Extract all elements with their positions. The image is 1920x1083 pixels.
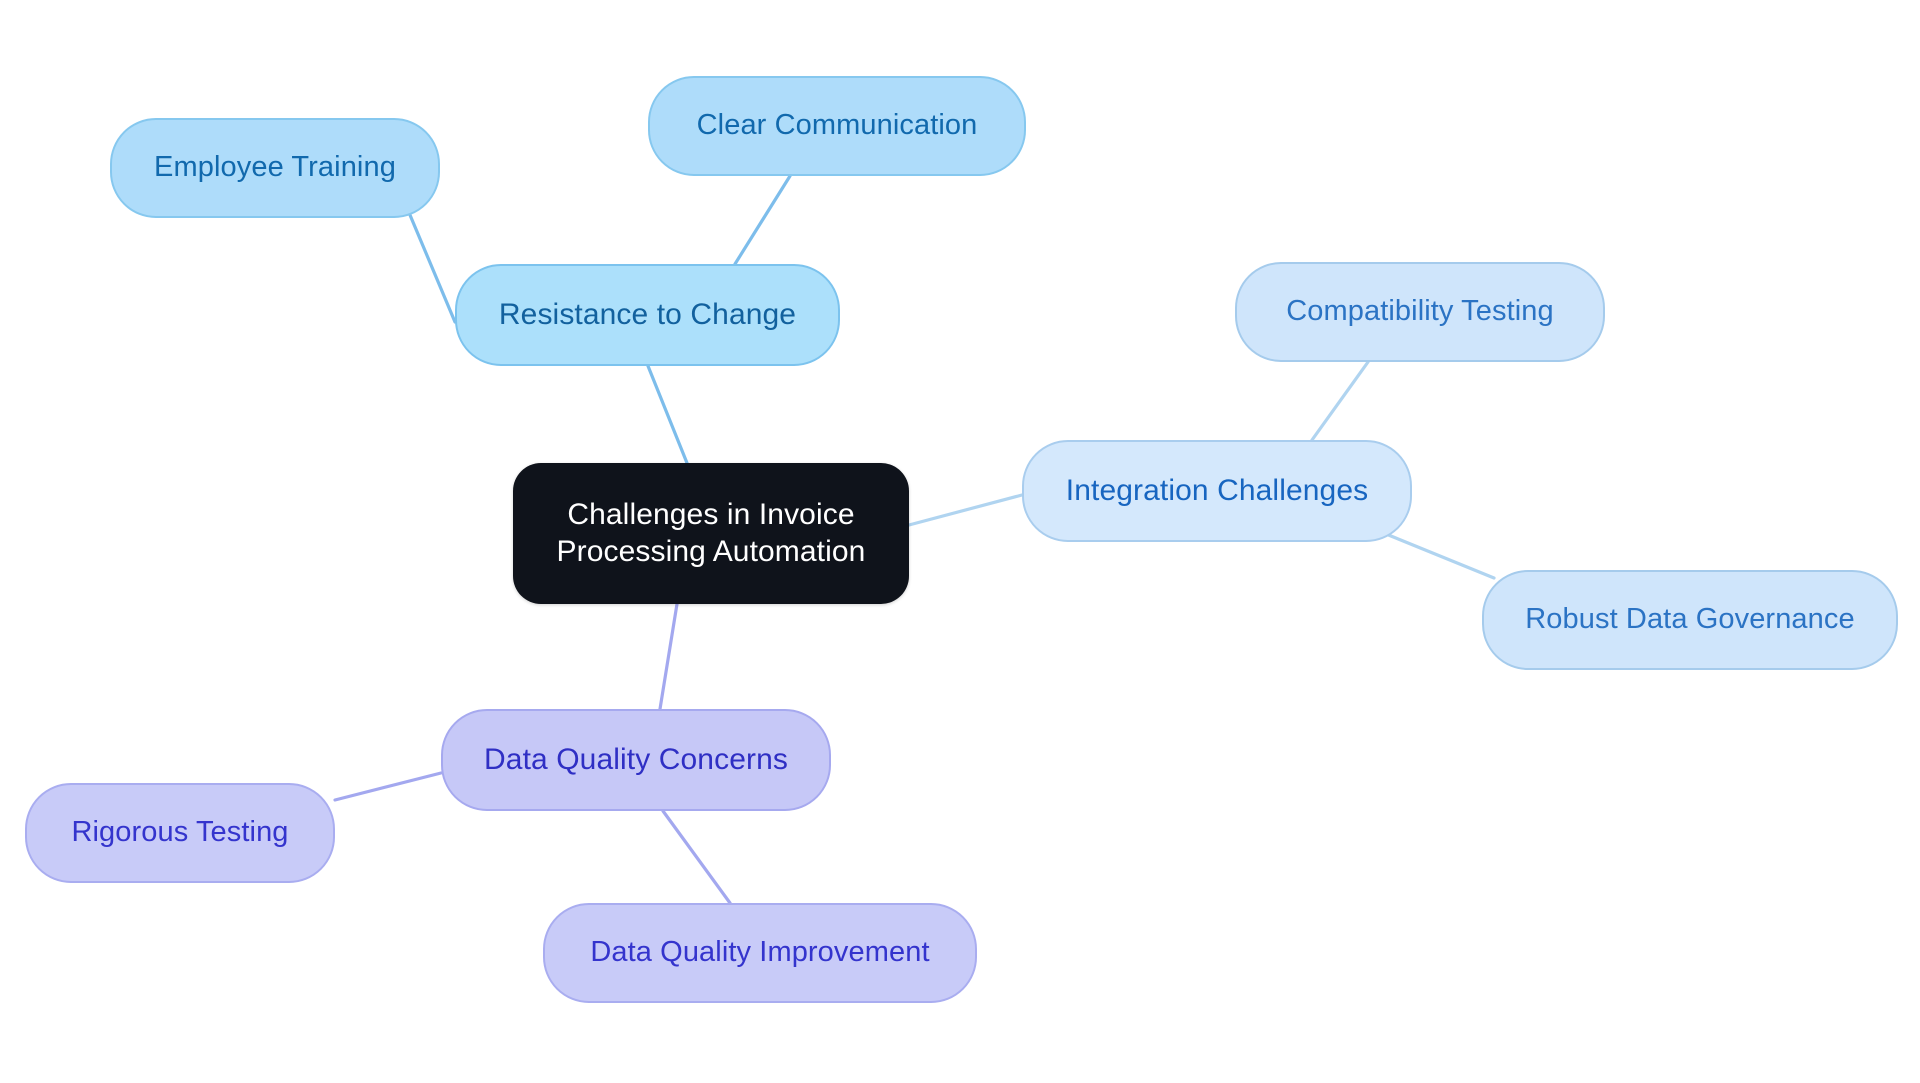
mindmap-node-data-quality-concerns[interactable]: Data Quality Concerns (441, 709, 831, 811)
edge-root-resistance (646, 364, 689, 465)
mindmap-node-label: Rigorous Testing (71, 816, 289, 849)
edge-root-integration (907, 493, 1024, 527)
edge-resistance-communication (733, 174, 792, 266)
mindmap-node-integration-challenges[interactable]: Integration Challenges (1022, 440, 1412, 542)
edge-resistance-employee (408, 213, 457, 324)
mindmap-node-employee-training[interactable]: Employee Training (110, 118, 440, 218)
mindmap-node-compatibility-testing[interactable]: Compatibility Testing (1235, 262, 1605, 362)
mindmap-node-label: Challenges in Invoice Processing Automat… (556, 497, 866, 568)
mindmap-node-label: Resistance to Change (498, 297, 797, 331)
mindmap-node-label: Data Quality Improvement (590, 936, 930, 969)
mindmap-node-label: Integration Challenges (1065, 473, 1369, 507)
mindmap-node-root[interactable]: Challenges in Invoice Processing Automat… (513, 463, 909, 604)
mindmap-canvas: Challenges in Invoice Processing Automat… (0, 0, 1920, 1083)
edge-integration-compatibility (1310, 360, 1370, 442)
edge-integration-governance (1384, 532, 1496, 580)
mindmap-node-resistance-to-change[interactable]: Resistance to Change (455, 264, 840, 366)
edge-root-dataquality (658, 602, 679, 711)
mindmap-node-label: Clear Communication (696, 109, 978, 142)
mindmap-node-label: Data Quality Concerns (484, 742, 788, 776)
mindmap-node-label: Employee Training (154, 151, 396, 184)
mindmap-node-robust-data-governance[interactable]: Robust Data Governance (1482, 570, 1898, 670)
mindmap-node-label: Robust Data Governance (1525, 603, 1855, 636)
edge-dataquality-improvement (661, 809, 732, 905)
mindmap-node-rigorous-testing[interactable]: Rigorous Testing (25, 783, 335, 883)
edge-dataquality-rigorous (333, 771, 443, 802)
mindmap-node-data-quality-improvement[interactable]: Data Quality Improvement (543, 903, 977, 1003)
mindmap-node-label: Compatibility Testing (1286, 295, 1554, 328)
mindmap-node-clear-communication[interactable]: Clear Communication (648, 76, 1026, 176)
